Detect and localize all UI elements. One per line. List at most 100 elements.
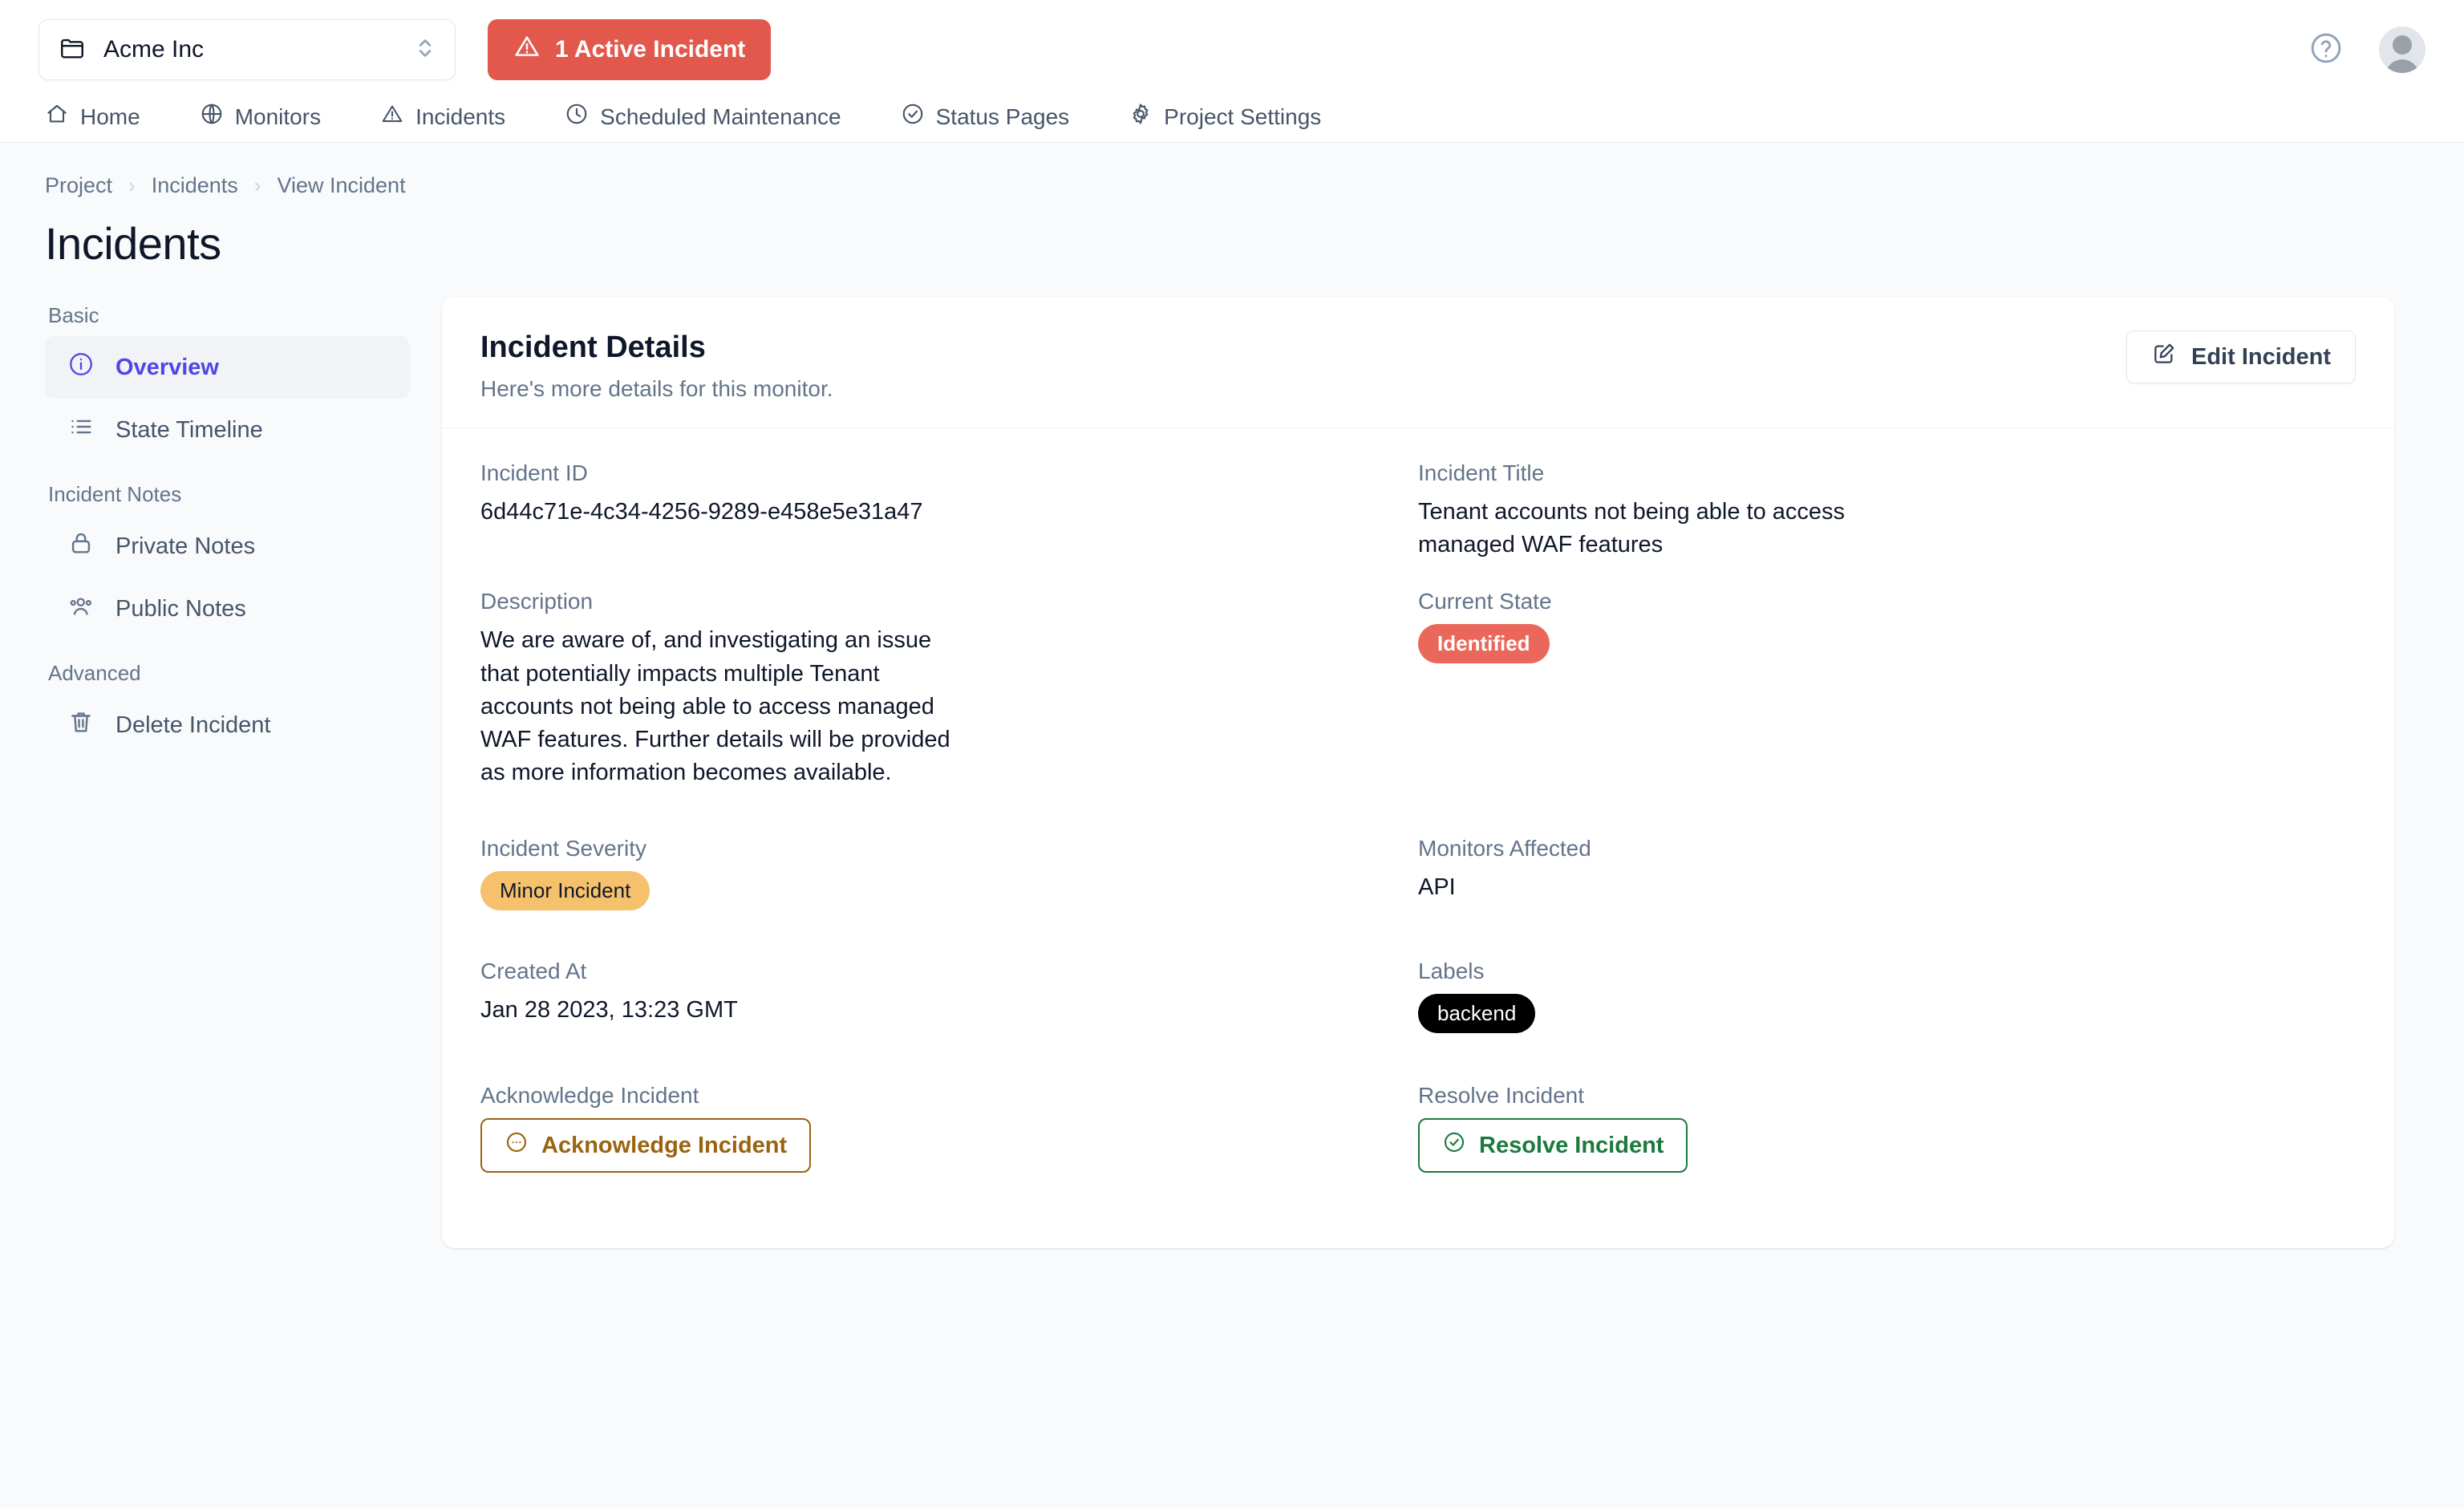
incident-details-card: Incident Details Here's more details for…: [442, 297, 2394, 1249]
breadcrumb-item-incidents[interactable]: Incidents: [152, 173, 238, 198]
nav-label: Home: [80, 103, 140, 129]
field-monitors-affected: Monitors Affected API: [1418, 836, 2308, 904]
clock-icon: [565, 102, 589, 132]
detail-row: Description We are aware of, and investi…: [480, 589, 2356, 817]
chevron-right-icon: ›: [128, 173, 136, 197]
acknowledge-incident-button[interactable]: Acknowledge Incident: [480, 1118, 812, 1174]
card-subtitle: Here's more details for this monitor.: [480, 376, 833, 401]
warning-triangle-icon: [513, 33, 541, 67]
top-bar-right: [2308, 26, 2426, 73]
field-value: 6d44c71e-4c34-4256-9289-e458e5e31a47: [480, 499, 923, 525]
info-circle-icon: [67, 351, 95, 384]
sidebar-item-label: Overview: [116, 354, 219, 380]
nav-item-status-pages[interactable]: Status Pages: [901, 102, 1069, 132]
sidebar-item-label: Private Notes: [116, 533, 256, 559]
field-incident-id: Incident ID 6d44c71e-4c34-4256-9289-e458…: [480, 460, 1370, 529]
resolve-incident-label: Resolve Incident: [1479, 1132, 1664, 1158]
sidebar-group-basic-title: Basic: [48, 303, 99, 327]
detail-col-right: Resolve Incident Resolve Incident: [1418, 1083, 2356, 1200]
field-label: Current State: [1418, 589, 1552, 614]
card-header-text: Incident Details Here's more details for…: [480, 330, 833, 402]
project-selector[interactable]: Acme Inc: [38, 19, 456, 80]
detail-row: Acknowledge Incident Acknowledge Inciden…: [480, 1083, 2356, 1200]
chevron-up-down-icon[interactable]: [415, 35, 436, 65]
sidebar-item-label: State Timeline: [116, 416, 263, 443]
edit-incident-button[interactable]: Edit Incident: [2126, 330, 2356, 383]
detail-col-right: Monitors Affected API: [1418, 836, 2356, 938]
project-name: Acme Inc: [103, 36, 205, 63]
globe-icon: [200, 102, 224, 132]
field-label: Incident ID: [480, 460, 588, 485]
breadcrumb-item-view-incident[interactable]: View Incident: [277, 173, 405, 198]
question-circle-icon[interactable]: [2308, 30, 2344, 70]
sidebar-item-label: Delete Incident: [116, 711, 271, 738]
nav-item-monitors[interactable]: Monitors: [200, 102, 321, 132]
nav-item-project-settings[interactable]: Project Settings: [1129, 102, 1321, 132]
field-label: Incident Severity: [480, 836, 646, 861]
resolve-incident-button[interactable]: Resolve Incident: [1418, 1118, 1688, 1174]
field-current-state: Current State Identified: [1418, 589, 2308, 664]
field-label: Labels: [1418, 959, 1485, 984]
field-incident-title: Incident Title Tenant accounts not being…: [1418, 460, 2308, 561]
check-circle-icon: [901, 102, 925, 132]
trash-icon: [67, 708, 95, 742]
sidebar-group-incident-notes-title: Incident Notes: [48, 482, 182, 506]
content-layout: Basic Overview State Timeline Incident N…: [45, 297, 2419, 1249]
nav-label: Incidents: [415, 103, 506, 129]
sidebar-item-overview[interactable]: Overview: [45, 336, 410, 399]
detail-col-left: Acknowledge Incident Acknowledge Inciden…: [480, 1083, 1418, 1200]
top-bar: Acme Inc 1 Active Incident: [0, 0, 2464, 99]
nav-label: Project Settings: [1164, 103, 1322, 129]
users-icon: [67, 592, 95, 626]
field-resolve-incident: Resolve Incident Resolve Incident: [1418, 1083, 2308, 1174]
card-header: Incident Details Here's more details for…: [442, 297, 2394, 428]
detail-row: Created At Jan 28 2023, 13:23 GMT Labels…: [480, 959, 2356, 1060]
detail-col-right: Incident Title Tenant accounts not being…: [1418, 460, 2356, 589]
chevron-right-icon: ›: [253, 173, 261, 197]
detail-col-left: Incident Severity Minor Incident: [480, 836, 1418, 938]
list-icon: [67, 413, 95, 447]
main-navigation: Home Monitors Incidents Scheduled Mainte…: [0, 99, 2464, 143]
sidebar-item-private-notes[interactable]: Private Notes: [45, 515, 410, 578]
nav-label: Monitors: [234, 103, 322, 129]
warning-triangle-icon: [380, 102, 404, 132]
detail-row: Incident ID 6d44c71e-4c34-4256-9289-e458…: [480, 460, 2356, 589]
field-label: Description: [480, 589, 594, 614]
active-incident-button[interactable]: 1 Active Incident: [488, 19, 772, 80]
sidebar-item-state-timeline[interactable]: State Timeline: [45, 399, 410, 461]
active-incident-label: 1 Active Incident: [555, 36, 746, 63]
page-title: Incidents: [45, 218, 221, 269]
nav-label: Scheduled Maintenance: [600, 103, 841, 129]
sidebar-group-advanced-title: Advanced: [48, 661, 141, 685]
avatar[interactable]: [2379, 26, 2426, 73]
nav-item-home[interactable]: Home: [45, 102, 140, 132]
edit-incident-label: Edit Incident: [2191, 343, 2331, 370]
card-title: Incident Details: [480, 330, 706, 364]
detail-row: Incident Severity Minor Incident Monitor…: [480, 836, 2356, 938]
field-label: Resolve Incident: [1418, 1083, 1585, 1109]
check-circle-icon: [1442, 1130, 1466, 1161]
status-badge: Identified: [1418, 624, 1550, 664]
sidebar-item-label: Public Notes: [116, 595, 246, 622]
pencil-square-icon: [2151, 341, 2177, 373]
severity-badge: Minor Incident: [480, 871, 650, 911]
folder-icon: [59, 34, 86, 66]
nav-item-incidents[interactable]: Incidents: [380, 102, 505, 132]
detail-col-left: Created At Jan 28 2023, 13:23 GMT: [480, 959, 1418, 1060]
sidebar-item-public-notes[interactable]: Public Notes: [45, 578, 410, 640]
label-chip: backend: [1418, 994, 1536, 1034]
field-label: Created At: [480, 959, 587, 984]
detail-col-right: Labels backend: [1418, 959, 2356, 1060]
field-value: Tenant accounts not being able to access…: [1418, 499, 1846, 558]
sidebar: Basic Overview State Timeline Incident N…: [45, 297, 442, 756]
detail-col-left: Incident ID 6d44c71e-4c34-4256-9289-e458…: [480, 460, 1418, 589]
card-body: Incident ID 6d44c71e-4c34-4256-9289-e458…: [442, 428, 2394, 1248]
nav-item-scheduled-maintenance[interactable]: Scheduled Maintenance: [565, 102, 841, 132]
breadcrumb-item-project[interactable]: Project: [45, 173, 112, 198]
field-acknowledge-incident: Acknowledge Incident Acknowledge Inciden…: [480, 1083, 1370, 1174]
detail-col-left: Description We are aware of, and investi…: [480, 589, 1418, 817]
sidebar-item-delete-incident[interactable]: Delete Incident: [45, 694, 410, 756]
field-label: Monitors Affected: [1418, 836, 1591, 861]
